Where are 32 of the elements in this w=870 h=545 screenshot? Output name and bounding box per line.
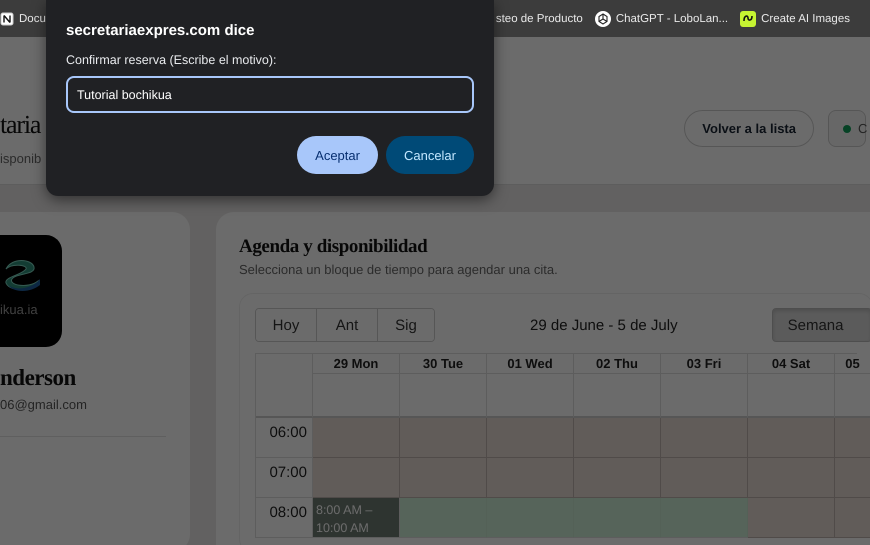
cancel-button[interactable]: Cancelar [386,136,474,174]
profile-name: nderson [0,365,77,391]
day-header: 03 Fri [661,354,748,374]
day-header: 30 Tue [400,354,487,374]
page-subtitle: isponib [0,151,42,166]
logo-text: ikua.ia [0,302,38,317]
date-range: 29 de June - 5 de July [530,316,678,334]
agenda-subtitle: Selecciona un bloque de tiempo para agendar una cita. [239,262,559,277]
knot-icon [594,10,611,26]
available-slot[interactable] [400,498,487,538]
day-header: 02 Thu [574,354,661,374]
unavailable-slot [835,498,870,538]
day-header: 29 Mon [313,354,400,374]
accept-button[interactable]: Aceptar [297,136,378,174]
bookmark-item[interactable]: Docu [0,12,46,26]
agenda-title: Agenda y disponibilidad [239,236,428,258]
squiggle-icon [740,10,756,26]
day-header: 04 Sat [748,354,835,374]
dialog-title: secretariaexpres.com dice [66,22,256,39]
day-header: 05 [835,354,870,374]
back-button[interactable]: Volver a la lista [684,110,814,147]
day-header: 01 Wed [487,354,574,374]
bookmark-item[interactable]: ChatGPT - LoboLan... [594,10,728,26]
square-icon [0,12,14,26]
available-slot[interactable] [661,498,748,538]
page-title: taria [0,109,42,141]
status-dot-icon [843,124,851,132]
input-field[interactable]: Tutorial bochikua [66,76,474,113]
bookmark-item[interactable]: Create AI Images [740,10,850,26]
profile-email: 06@gmail.com [0,397,88,412]
bookmark-item[interactable]: steo de Producto [496,12,583,24]
dialog-message: Confirmar reserva (Escribe el motivo): [66,53,278,67]
